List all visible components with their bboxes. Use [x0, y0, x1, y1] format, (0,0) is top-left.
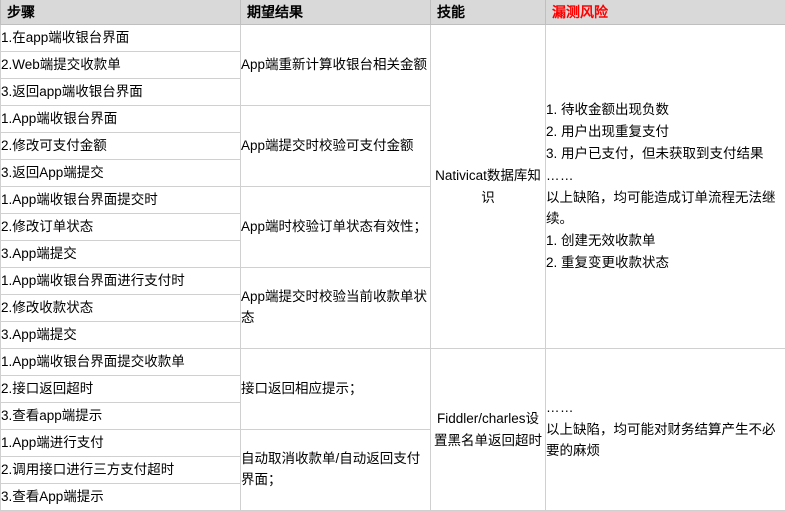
step-cell: 1.在app端收银台界面 — [1, 25, 241, 52]
step-cell: 3.App端提交 — [1, 241, 241, 268]
step-cell: 2.Web端提交收款单 — [1, 52, 241, 79]
step-cell: 3.查看app端提示 — [1, 403, 241, 430]
step-cell: 2.修改可支付金额 — [1, 133, 241, 160]
step-cell: 1.App端进行支付 — [1, 430, 241, 457]
risk-item: 1. 待收金额出现负数 — [546, 99, 785, 121]
expected-result-cell: App端时校验订单状态有效性； — [241, 187, 431, 268]
step-cell: 1.App端收银台界面提交时 — [1, 187, 241, 214]
step-cell: 1.App端收银台界面 — [1, 106, 241, 133]
expected-result-cell: App端提交时校验当前收款单状态 — [241, 268, 431, 349]
column-header-skills: 技能 — [431, 0, 546, 25]
skill-cell: Nativicat数据库知识 — [431, 25, 546, 349]
step-cell: 1.App端收银台界面进行支付时 — [1, 268, 241, 295]
table-row: 1.在app端收银台界面 App端重新计算收银台相关金额 Nativicat数据… — [1, 25, 785, 52]
expected-result-cell: App端提交时校验可支付金额 — [241, 106, 431, 187]
expected-result-cell: App端重新计算收银台相关金额 — [241, 25, 431, 106]
test-case-table: 步骤 期望结果 技能 漏测风险 1.在app端收银台界面 App端重新计算收银台… — [0, 0, 785, 511]
step-cell: 1.App端收银台界面提交收款单 — [1, 349, 241, 376]
step-cell: 2.修改订单状态 — [1, 214, 241, 241]
risk-ellipsis: …… — [546, 397, 785, 419]
step-cell: 3.返回app端收银台界面 — [1, 79, 241, 106]
risk-summary: 以上缺陷，均可能造成订单流程无法继续。 — [546, 187, 785, 231]
column-header-steps: 步骤 — [1, 0, 241, 25]
risk-item: 2. 用户出现重复支付 — [546, 121, 785, 143]
column-header-missed-test-risk: 漏测风险 — [546, 0, 785, 25]
expected-result-cell: 自动取消收款单/自动返回支付界面； — [241, 430, 431, 511]
table-header-row: 步骤 期望结果 技能 漏测风险 — [1, 0, 785, 25]
risk-item: 1. 创建无效收款单 — [546, 230, 785, 252]
risk-cell: 1. 待收金额出现负数 2. 用户出现重复支付 3. 用户已支付，但未获取到支付… — [546, 25, 785, 349]
step-cell: 2.修改收款状态 — [1, 295, 241, 322]
step-cell: 2.接口返回超时 — [1, 376, 241, 403]
step-cell: 2.调用接口进行三方支付超时 — [1, 457, 241, 484]
column-header-expected-results: 期望结果 — [241, 0, 431, 25]
table-row: 1.App端收银台界面提交收款单 接口返回相应提示； Fiddler/charl… — [1, 349, 785, 376]
expected-result-cell: 接口返回相应提示； — [241, 349, 431, 430]
risk-item: 3. 用户已支付，但未获取到支付结果 — [546, 143, 785, 165]
skill-cell: Fiddler/charles设置黑名单返回超时 — [431, 349, 546, 511]
step-cell: 3.App端提交 — [1, 322, 241, 349]
step-cell: 3.查看App端提示 — [1, 484, 241, 511]
spreadsheet-table-view: 步骤 期望结果 技能 漏测风险 1.在app端收银台界面 App端重新计算收银台… — [0, 0, 785, 500]
step-cell: 3.返回App端提交 — [1, 160, 241, 187]
risk-item: 2. 重复变更收款状态 — [546, 252, 785, 274]
risk-summary: 以上缺陷，均可能对财务结算产生不必要的麻烦 — [546, 419, 785, 463]
risk-ellipsis: …… — [546, 165, 785, 187]
risk-cell: …… 以上缺陷，均可能对财务结算产生不必要的麻烦 — [546, 349, 785, 511]
